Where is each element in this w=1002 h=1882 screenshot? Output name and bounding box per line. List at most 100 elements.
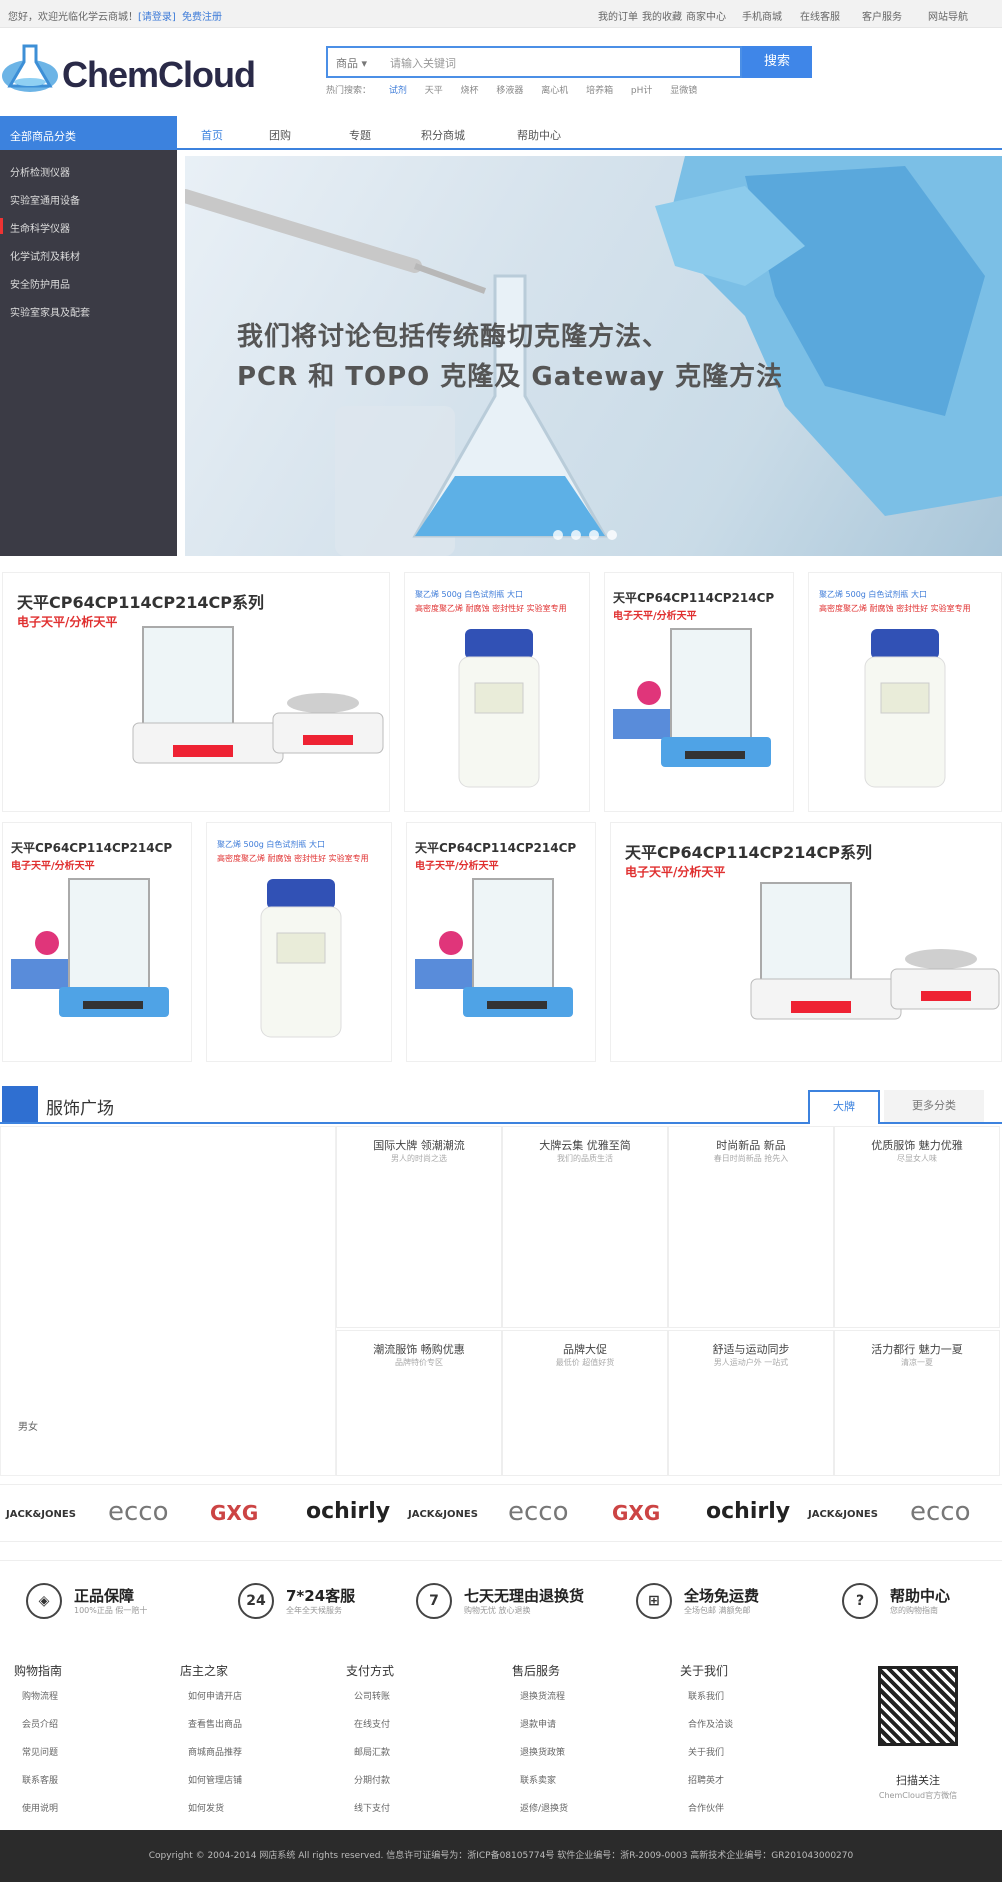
brand-cell[interactable]: 国际大牌 领潮潮流 男人的时尚之选 [336,1126,502,1328]
hero-banner[interactable]: 我们将讨论包括传统酶切克隆方法、 PCR 和 TOPO 克隆及 Gateway … [185,156,1002,556]
top-bar: 您好，欢迎光临化学云商城！ [请登录] 免费注册 我的订单 我的收藏 商家中心 … [0,0,1002,28]
footer-link[interactable]: 常见问题 [14,1745,62,1758]
hot-word-link[interactable]: 培养箱 [586,86,613,96]
nav-points-mall[interactable]: 积分商城 [421,127,465,143]
footer-link[interactable]: 联系我们 [680,1689,733,1702]
top-link-merchant[interactable]: 商家中心 [686,8,726,23]
footer-link[interactable]: 会员介绍 [14,1717,62,1730]
return-icon: 7 [416,1583,452,1619]
product-card-bottle[interactable]: 聚乙烯 500g 白色试剂瓶 大口 高密度聚乙烯 耐腐蚀 密封性好 实验室专用 [206,822,392,1062]
product-card-balance[interactable]: 天平CP64CP114CP214CP系列 电子天平/分析天平 [2,572,390,812]
footer-link[interactable]: 如何管理店铺 [180,1773,242,1786]
footer-link[interactable]: 退换货流程 [512,1689,568,1702]
footer-link[interactable]: 联系客服 [14,1773,62,1786]
search-button[interactable]: 搜索 [742,46,812,78]
footer-link[interactable]: 商城商品推荐 [180,1745,242,1758]
search-type-select[interactable]: 商品 ▾ [336,55,367,71]
carousel-dot[interactable] [571,530,581,540]
search-input[interactable]: 请输入关键词 [390,55,456,71]
nav-help-center[interactable]: 帮助中心 [517,127,561,143]
brand-logo[interactable]: ecco [508,1497,569,1527]
hot-word-link[interactable]: 烧杯 [461,86,479,96]
hot-word-link[interactable]: 离心机 [541,86,568,96]
brand-cell-desc: 尽显女人味 [897,1154,937,1163]
category-item[interactable]: 分析检测仪器 [10,164,70,179]
footer-link[interactable]: 使用说明 [14,1801,62,1814]
footer-link[interactable]: 查看售出商品 [180,1717,242,1730]
brand-feature-panel[interactable] [0,1126,336,1476]
brand-cell[interactable]: 活力都行 魅力一夏 清凉一夏 [834,1330,1000,1476]
product-card-bottle[interactable]: 聚乙烯 500g 白色试剂瓶 大口 高密度聚乙烯 耐腐蚀 密封性好 实验室专用 [404,572,590,812]
top-link-mobile[interactable]: 手机商城 [742,8,782,23]
carousel-dot[interactable] [589,530,599,540]
brand-logo[interactable]: ochirly [306,1499,390,1524]
category-item[interactable]: 实验室家具及配套 [10,304,90,319]
brand-cell[interactable]: 时尚新品 新品 春日时尚新品 抢先入 [668,1126,834,1328]
brand-logo[interactable]: ecco [910,1497,971,1527]
brand-logo[interactable]: ochirly [706,1499,790,1524]
register-link[interactable]: 免费注册 [182,8,222,23]
brand-logo[interactable]: GXG [210,1501,258,1525]
nav-topics[interactable]: 专题 [349,127,371,143]
brand-cell[interactable]: 优质服饰 魅力优雅 尽显女人味 [834,1126,1000,1328]
nav-groupbuy[interactable]: 团购 [269,127,291,143]
login-link[interactable]: [请登录] [138,8,176,23]
category-item[interactable]: 化学试剂及耗材 [10,248,80,263]
hot-word-link[interactable]: 天平 [425,86,443,96]
hot-word-link[interactable]: pH计 [631,86,652,96]
tab-more-categories[interactable]: 更多分类 [884,1090,984,1122]
top-link-service[interactable]: 在线客服 [800,8,840,23]
top-link-sitemap[interactable]: 网站导航 [928,8,968,23]
hot-word-link[interactable]: 显微镜 [670,86,697,96]
footer-link[interactable]: 在线支付 [346,1717,394,1730]
brand-logo[interactable]: JACK&JONES [808,1509,878,1520]
product-card-balance[interactable]: 天平CP64CP114CP214CP系列 电子天平/分析天平 [610,822,1002,1062]
footer-link[interactable]: 返修/退换货 [512,1801,568,1814]
footer-link[interactable]: 如何发货 [180,1801,242,1814]
brand-cell-title: 优质服饰 魅力优雅 [871,1139,963,1152]
brand-cell[interactable]: 大牌云集 优雅至简 我们的品质生活 [502,1126,668,1328]
footer-link[interactable]: 公司转账 [346,1689,394,1702]
banner-headline-1: 我们将讨论包括传统酶切克隆方法、 [237,322,670,352]
footer-link[interactable]: 合作及洽谈 [680,1717,733,1730]
product-card-balance[interactable]: 天平CP64CP114CP214CP 电子天平/分析天平 [406,822,596,1062]
footer-link[interactable]: 如何申请开店 [180,1689,242,1702]
brand-logo[interactable]: JACK&JONES [408,1509,478,1520]
footer-link[interactable]: 合作伙伴 [680,1801,733,1814]
brand-logo[interactable]: JACK&JONES [6,1509,76,1520]
top-link-orders[interactable]: 我的订单 [598,8,638,23]
carousel-dot[interactable] [553,530,563,540]
footer-link[interactable]: 邮局汇款 [346,1745,394,1758]
footer-column-title: 店主之家 [180,1664,229,1678]
footer-link[interactable]: 购物流程 [14,1689,62,1702]
category-item[interactable]: 实验室通用设备 [10,192,80,207]
nav-underline [177,148,1002,150]
footer-link[interactable]: 招聘英才 [680,1773,733,1786]
product-card-balance[interactable]: 天平CP64CP114CP214CP 电子天平/分析天平 [2,822,192,1062]
tab-big-brands[interactable]: 大牌 [808,1090,880,1124]
category-item[interactable]: 生命科学仪器 [10,220,70,235]
footer-link[interactable]: 联系卖家 [512,1773,568,1786]
footer-link[interactable]: 关于我们 [680,1745,733,1758]
brand-cell[interactable]: 品牌大促 最低价 超值好货 [502,1330,668,1476]
nav-home[interactable]: 首页 [201,127,223,143]
product-card-balance[interactable]: 天平CP64CP114CP214CP 电子天平/分析天平 [604,572,794,812]
hot-word-link[interactable]: 移液器 [496,86,523,96]
top-link-favorites[interactable]: 我的收藏 [642,8,682,23]
footer-link[interactable]: 退款申请 [512,1717,568,1730]
hot-word-link[interactable]: 试剂 [389,86,407,96]
brand-cell-title: 国际大牌 领潮潮流 [373,1139,465,1152]
product-card-bottle[interactable]: 聚乙烯 500g 白色试剂瓶 大口 高密度聚乙烯 耐腐蚀 密封性好 实验室专用 [808,572,1002,812]
category-item[interactable]: 安全防护用品 [10,276,70,291]
brand-cell[interactable]: 潮流服饰 畅购优惠 品牌特价专区 [336,1330,502,1476]
brand-logo[interactable]: GXG [612,1501,660,1525]
footer-link[interactable]: 分期付款 [346,1773,394,1786]
top-link-customer[interactable]: 客户服务 [862,8,902,23]
site-logo[interactable]: ChemCloud [0,40,256,100]
all-categories-button[interactable]: 全部商品分类 [0,116,177,150]
footer-link[interactable]: 线下支付 [346,1801,394,1814]
footer-link[interactable]: 退换货政策 [512,1745,568,1758]
carousel-dot[interactable] [607,530,617,540]
brand-logo[interactable]: ecco [108,1497,169,1527]
brand-cell[interactable]: 舒适与运动同步 男人运动户外 一站式 [668,1330,834,1476]
